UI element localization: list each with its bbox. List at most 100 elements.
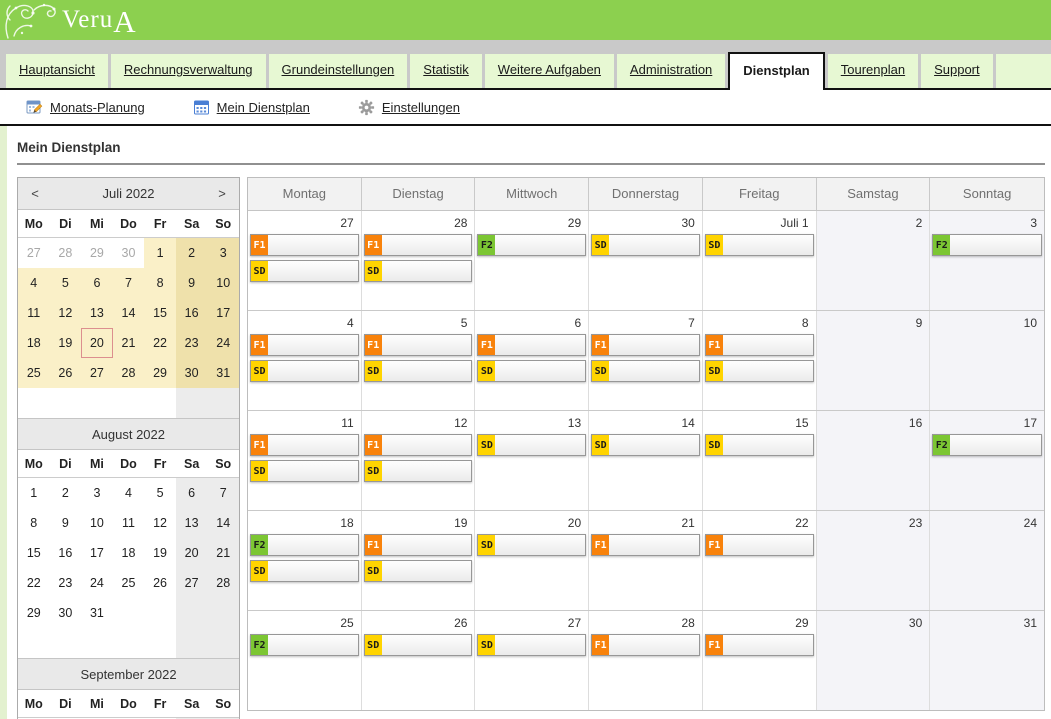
shift-entry-f2[interactable]: F2 <box>932 234 1042 256</box>
day-cell[interactable]: 13SD <box>475 411 589 510</box>
mini-day-cell[interactable]: 22 <box>144 328 176 358</box>
mini-day-cell[interactable]: 28 <box>207 568 239 598</box>
mini-day-cell[interactable]: 20 <box>176 538 208 568</box>
shift-entry-f1[interactable]: F1 <box>250 434 359 456</box>
mini-day-cell[interactable]: 25 <box>113 568 145 598</box>
subnav-item-monats-planung[interactable]: Monats-Planung <box>26 99 145 116</box>
shift-entry-sd[interactable]: SD <box>591 434 700 456</box>
day-cell[interactable]: 30 <box>817 611 931 710</box>
mini-day-cell[interactable]: 11 <box>18 298 50 328</box>
shift-entry-f1[interactable]: F1 <box>705 334 814 356</box>
day-cell[interactable]: 11F1SD <box>248 411 362 510</box>
mini-day-cell[interactable]: 25 <box>18 358 50 388</box>
tab-statistik[interactable]: Statistik <box>410 54 482 88</box>
shift-entry-f1[interactable]: F1 <box>364 334 473 356</box>
mini-day-cell[interactable]: 18 <box>113 538 145 568</box>
day-cell[interactable]: 26SD <box>362 611 476 710</box>
mini-day-cell[interactable]: 30 <box>50 598 82 628</box>
day-cell[interactable]: 15SD <box>703 411 817 510</box>
day-cell[interactable]: 28F1SD <box>362 211 476 310</box>
mini-day-cell[interactable]: 13 <box>176 508 208 538</box>
mini-day-cell[interactable]: 29 <box>144 358 176 388</box>
shift-entry-sd[interactable]: SD <box>250 360 359 382</box>
shift-entry-f1[interactable]: F1 <box>705 534 814 556</box>
tab-hauptansicht[interactable]: Hauptansicht <box>6 54 108 88</box>
mini-day-cell[interactable]: 30 <box>176 358 208 388</box>
shift-entry-sd[interactable]: SD <box>364 260 473 282</box>
shift-entry-sd[interactable]: SD <box>250 260 359 282</box>
shift-entry-sd[interactable]: SD <box>364 560 473 582</box>
day-cell[interactable]: 16 <box>817 411 931 510</box>
day-cell[interactable]: 17F2 <box>930 411 1044 510</box>
mini-day-cell[interactable]: 21 <box>113 328 145 358</box>
mini-day-cell[interactable]: 27 <box>81 358 113 388</box>
mini-day-cell[interactable]: 3 <box>207 238 239 268</box>
shift-entry-sd[interactable]: SD <box>477 434 586 456</box>
shift-entry-f2[interactable]: F2 <box>250 634 359 656</box>
day-cell[interactable]: 2 <box>817 211 931 310</box>
mini-day-cell[interactable]: 6 <box>81 268 113 298</box>
day-cell[interactable]: 4F1SD <box>248 311 362 410</box>
mini-day-cell[interactable]: 1 <box>18 478 50 508</box>
mini-day-cell[interactable]: 29 <box>18 598 50 628</box>
mini-day-cell[interactable]: 9 <box>176 268 208 298</box>
shift-entry-sd[interactable]: SD <box>705 234 814 256</box>
shift-entry-f1[interactable]: F1 <box>364 434 473 456</box>
prev-month-button[interactable]: < <box>18 186 52 201</box>
shift-entry-f1[interactable]: F1 <box>591 534 700 556</box>
mini-day-cell[interactable]: 16 <box>176 298 208 328</box>
mini-day-cell[interactable]: 31 <box>207 358 239 388</box>
mini-day-cell[interactable]: 14 <box>207 508 239 538</box>
mini-day-cell[interactable]: 8 <box>18 508 50 538</box>
day-cell[interactable]: Juli 1SD <box>703 211 817 310</box>
mini-day-cell[interactable]: 15 <box>18 538 50 568</box>
mini-day-cell[interactable]: 11 <box>113 508 145 538</box>
day-cell[interactable]: 27F1SD <box>248 211 362 310</box>
mini-day-cell[interactable]: 7 <box>113 268 145 298</box>
shift-entry-sd[interactable]: SD <box>364 634 473 656</box>
mini-day-cell[interactable]: 24 <box>81 568 113 598</box>
mini-day-cell[interactable]: 10 <box>207 268 239 298</box>
shift-entry-f1[interactable]: F1 <box>477 334 586 356</box>
day-cell[interactable]: 3F2 <box>930 211 1044 310</box>
day-cell[interactable]: 20SD <box>475 511 589 610</box>
mini-day-cell[interactable]: 13 <box>81 298 113 328</box>
mini-day-cell[interactable]: 4 <box>18 268 50 298</box>
shift-entry-sd[interactable]: SD <box>477 534 586 556</box>
mini-day-cell[interactable]: 5 <box>50 268 82 298</box>
mini-day-cell[interactable]: 4 <box>113 478 145 508</box>
subnav-item-einstellungen[interactable]: Einstellungen <box>358 99 460 116</box>
mini-day-cell[interactable]: 30 <box>113 238 145 268</box>
mini-day-cell[interactable]: 28 <box>50 238 82 268</box>
mini-day-cell[interactable]: 29 <box>81 238 113 268</box>
mini-day-cell[interactable]: 23 <box>176 328 208 358</box>
mini-day-cell[interactable]: 26 <box>50 358 82 388</box>
mini-day-cell[interactable]: 28 <box>113 358 145 388</box>
mini-day-cell[interactable]: 24 <box>207 328 239 358</box>
mini-day-cell[interactable]: 20 <box>81 328 113 358</box>
shift-entry-sd[interactable]: SD <box>591 234 700 256</box>
shift-entry-sd[interactable]: SD <box>364 360 473 382</box>
day-cell[interactable]: 10 <box>930 311 1044 410</box>
shift-entry-sd[interactable]: SD <box>705 434 814 456</box>
mini-day-cell[interactable]: 19 <box>144 538 176 568</box>
shift-entry-sd[interactable]: SD <box>705 360 814 382</box>
shift-entry-sd[interactable]: SD <box>477 360 586 382</box>
subnav-item-mein-dienstplan[interactable]: Mein Dienstplan <box>193 99 310 116</box>
mini-day-cell[interactable]: 17 <box>207 298 239 328</box>
mini-day-cell[interactable]: 10 <box>81 508 113 538</box>
mini-day-cell[interactable]: 12 <box>50 298 82 328</box>
day-cell[interactable]: 18F2SD <box>248 511 362 610</box>
mini-day-cell[interactable]: 15 <box>144 298 176 328</box>
tab-dienstplan[interactable]: Dienstplan <box>728 52 824 90</box>
tab-weitere-aufgaben[interactable]: Weitere Aufgaben <box>485 54 614 88</box>
day-cell[interactable]: 12F1SD <box>362 411 476 510</box>
mini-day-cell[interactable]: 16 <box>50 538 82 568</box>
shift-entry-f1[interactable]: F1 <box>250 234 359 256</box>
mini-day-cell[interactable]: 18 <box>18 328 50 358</box>
day-cell[interactable]: 25F2 <box>248 611 362 710</box>
day-cell[interactable]: 8F1SD <box>703 311 817 410</box>
tab-rechnungsverwaltung[interactable]: Rechnungsverwaltung <box>111 54 266 88</box>
day-cell[interactable]: 22F1 <box>703 511 817 610</box>
day-cell[interactable]: 29F2 <box>475 211 589 310</box>
